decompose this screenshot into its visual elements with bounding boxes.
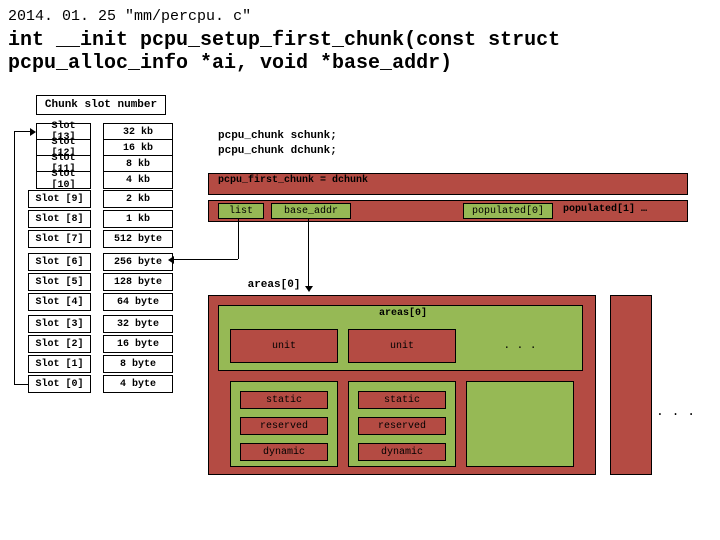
slot-size: 4 kb [103, 171, 173, 189]
slot-label: Slot [8] [28, 210, 91, 228]
unit-ellipsis: . . . [466, 329, 574, 363]
slot-size: 16 byte [103, 335, 173, 353]
connector-arrow [308, 219, 309, 287]
base-addr-field: base_addr [271, 203, 351, 219]
slot-size: 1 kb [103, 210, 173, 228]
mem-dynamic: dynamic [358, 443, 446, 461]
function-signature: int __init pcpu_setup_first_chunk(const … [8, 29, 712, 75]
slot-size: 512 byte [103, 230, 173, 248]
slot-label: Slot [2] [28, 335, 91, 353]
slot-label: Slot [7] [28, 230, 91, 248]
areas-outer-ellipsis [610, 295, 652, 475]
slot-size: 128 byte [103, 273, 173, 291]
dchunk-decl: pcpu_chunk dchunk; [218, 145, 398, 157]
connector-line [238, 219, 239, 259]
unit-box: unit [348, 329, 456, 363]
file-text: "mm/percpu. c" [125, 8, 251, 25]
mem-column [466, 381, 574, 467]
slot-size: 256 byte [103, 253, 173, 271]
slot-label: Slot [9] [28, 190, 91, 208]
list-field: list [218, 203, 264, 219]
slot-size: 32 byte [103, 315, 173, 333]
areas0-label: areas[0] [234, 279, 314, 291]
ellipsis: . . . [656, 405, 695, 419]
slot-label: Slot [1] [28, 355, 91, 373]
schunk-decl: pcpu_chunk schunk; [218, 130, 398, 142]
mem-static: static [358, 391, 446, 409]
areas0-inner-label: areas[0] [368, 308, 438, 319]
slot-size: 2 kb [103, 190, 173, 208]
first-chunk-label: pcpu_first_chunk = dchunk [218, 175, 368, 186]
slot-label: Slot [3] [28, 315, 91, 333]
mem-reserved: reserved [358, 417, 446, 435]
connector-line [14, 131, 15, 384]
slot-caption: Chunk slot number [36, 95, 166, 115]
date-text: 2014. 01. 25 [8, 8, 116, 25]
slot-label: Slot [0] [28, 375, 91, 393]
connector-arrow [14, 131, 31, 132]
diagram-canvas: Chunk slot number Slot [13] 32 kb Slot [… [8, 95, 712, 525]
mem-reserved: reserved [240, 417, 328, 435]
slot-label: Slot [5] [28, 273, 91, 291]
connector-arrow [173, 259, 238, 260]
connector-line [14, 384, 28, 385]
slot-size: 8 byte [103, 355, 173, 373]
slot-label: Slot [10] [36, 171, 91, 189]
slot-label: Slot [6] [28, 253, 91, 271]
unit-box: unit [230, 329, 338, 363]
populated0-field: populated[0] [463, 203, 553, 219]
slot-size: 4 byte [103, 375, 173, 393]
mem-static: static [240, 391, 328, 409]
populated1-field: populated[1] … [563, 204, 658, 215]
slot-label: Slot [4] [28, 293, 91, 311]
slot-size: 64 byte [103, 293, 173, 311]
mem-dynamic: dynamic [240, 443, 328, 461]
